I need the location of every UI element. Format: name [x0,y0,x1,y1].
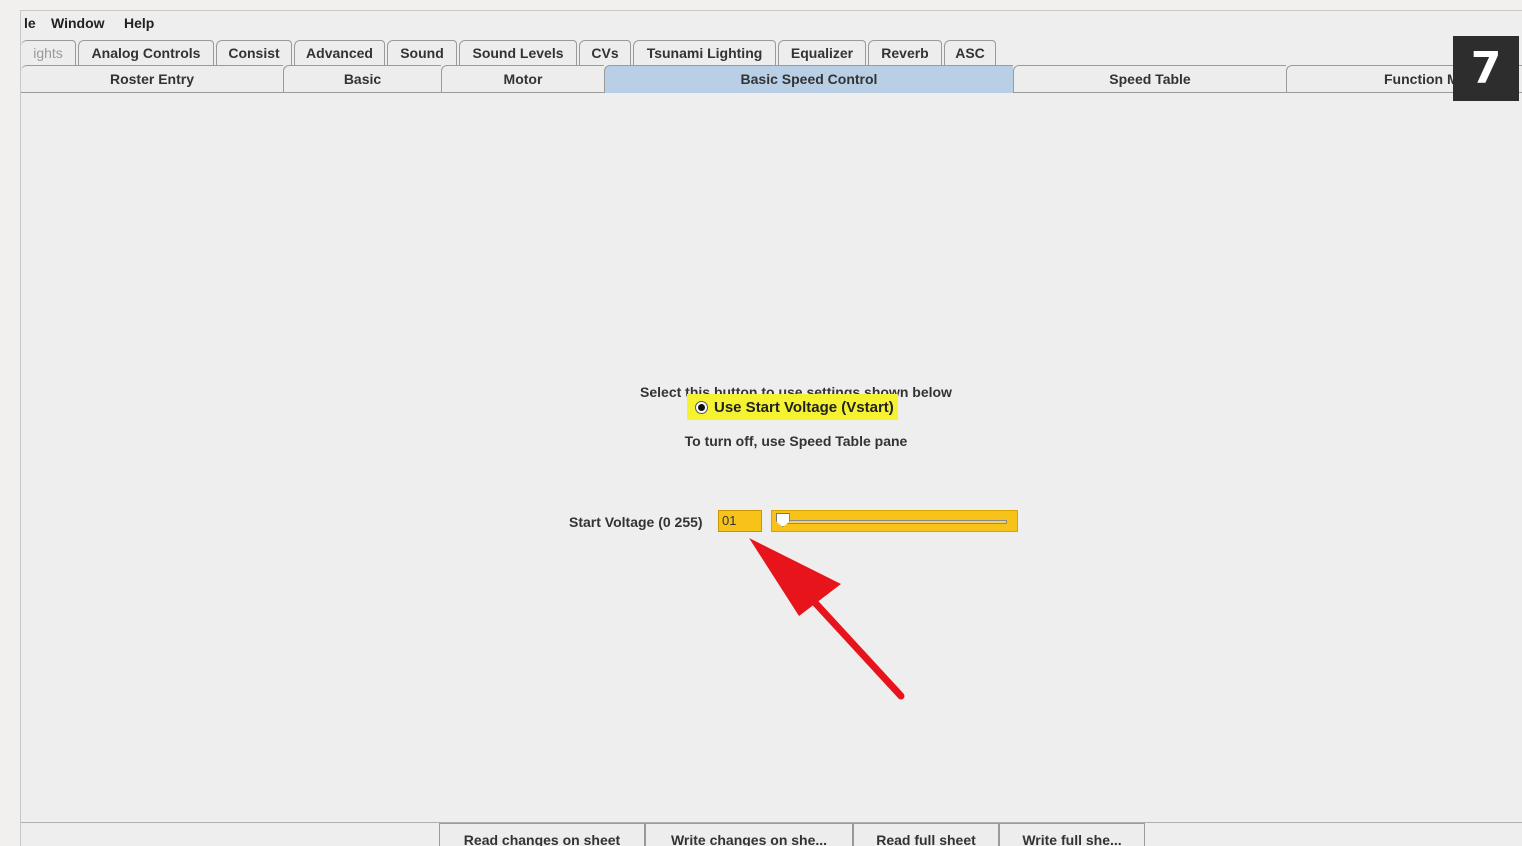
tab-motor[interactable]: Motor [441,65,604,93]
tab-tsunami-lighting[interactable]: Tsunami Lighting [633,40,776,65]
number-badge: 7 [1453,36,1519,101]
slider-thumb[interactable] [775,513,790,527]
tab-row-lower: Roster Entry Basic Motor Basic Speed Con… [21,65,1522,93]
write-full-sheet-button[interactable]: Write full she... [999,823,1145,846]
radio-selected-icon[interactable] [695,400,708,414]
use-start-voltage-radio[interactable]: Use Start Voltage (Vstart) [687,394,898,420]
tab-advanced[interactable]: Advanced [294,40,385,65]
tab-basic[interactable]: Basic [283,65,441,93]
menu-window[interactable]: Window [51,15,105,31]
tab-consist[interactable]: Consist [216,40,292,65]
tab-basic-speed-control[interactable]: Basic Speed Control [604,65,1013,93]
red-arrow-icon [749,538,905,700]
menu-help[interactable]: Help [124,15,154,31]
start-voltage-label: Start Voltage (0 255) [569,514,703,530]
basic-speed-control-panel: Select this button to use settings shown… [21,94,1522,824]
tab-roster-entry[interactable]: Roster Entry [21,65,283,93]
tab-reverb[interactable]: Reverb [868,40,942,65]
read-changes-button[interactable]: Read changes on sheet [439,823,645,846]
sheet-actions-bar: Read changes on sheet Write changes on s… [21,822,1522,846]
slider-track [780,520,1007,524]
menu-file[interactable]: le [24,15,36,31]
read-full-sheet-button[interactable]: Read full sheet [853,823,999,846]
tab-asc[interactable]: ASC [944,40,996,65]
tab-sound[interactable]: Sound [387,40,457,65]
tab-equalizer[interactable]: Equalizer [778,40,866,65]
tab-analog-controls[interactable]: Analog Controls [78,40,214,65]
radio-label: Use Start Voltage (Vstart) [714,398,894,416]
start-voltage-field[interactable]: 01 [718,510,762,532]
tab-lights[interactable]: ights [21,40,76,65]
tab-row-upper: ights Analog Controls Consist Advanced S… [21,40,1522,65]
tab-cvs[interactable]: CVs [579,40,631,65]
start-voltage-slider[interactable] [771,510,1018,532]
turn-off-hint-text: To turn off, use Speed Table pane [684,433,908,449]
menu-bar: le Window Help [21,11,1522,37]
decoder-pro-window: le Window Help ights Analog Controls Con… [20,10,1522,846]
tab-speed-table[interactable]: Speed Table [1013,65,1286,93]
tab-sound-levels[interactable]: Sound Levels [459,40,577,65]
write-changes-button[interactable]: Write changes on she... [645,823,853,846]
